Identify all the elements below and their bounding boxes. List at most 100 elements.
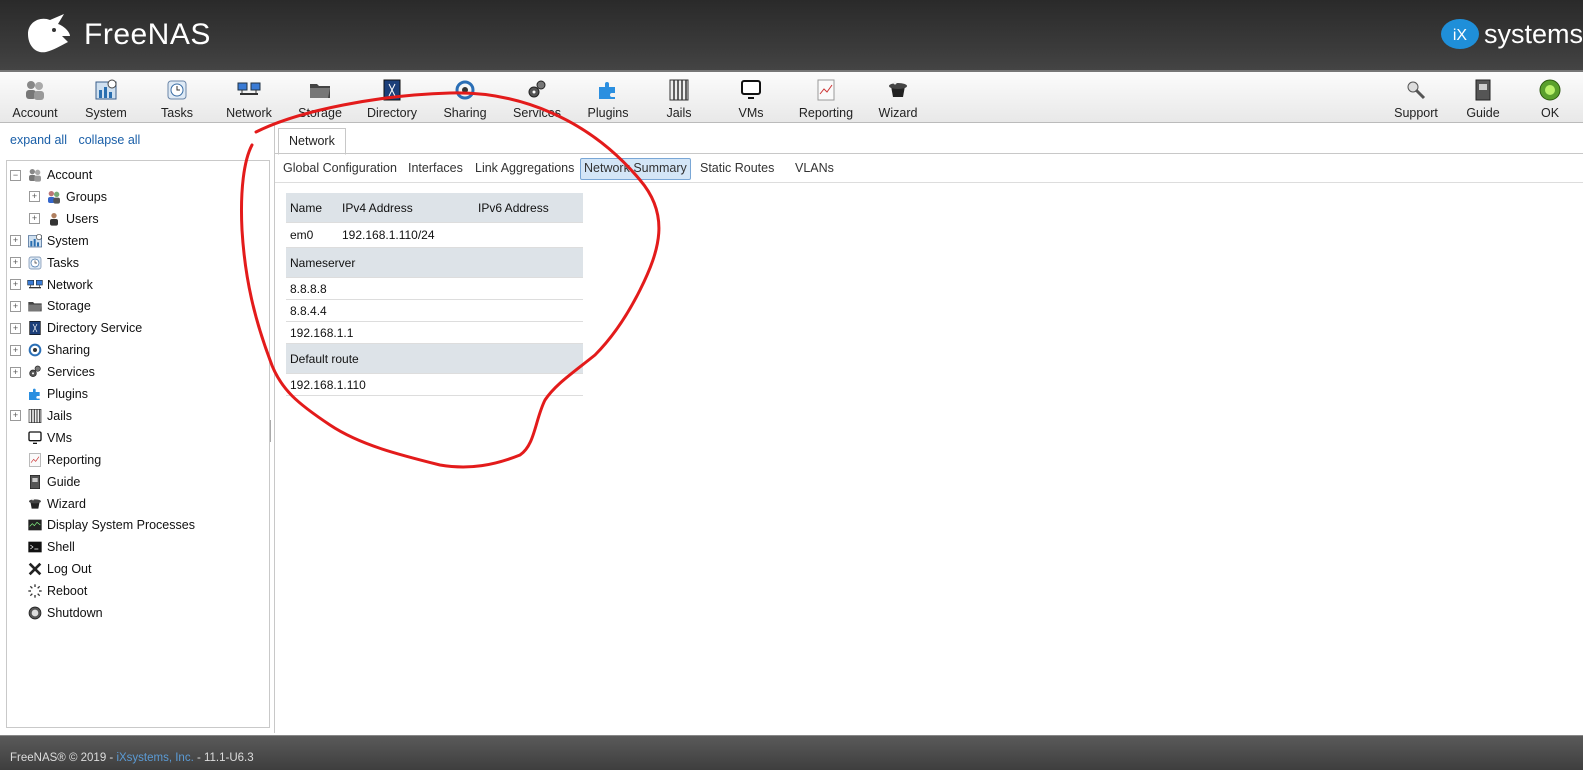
tree-item-label: Display System Processes	[47, 518, 195, 533]
subtab-global-configuration[interactable]: Global Configuration	[280, 158, 400, 178]
tree-item-label: Services	[47, 365, 95, 380]
toolbar-button-network[interactable]: Network	[216, 74, 282, 120]
toolbar-button-storage[interactable]: Storage	[287, 74, 353, 120]
toolbar-button-sharing[interactable]: Sharing	[432, 74, 498, 120]
tree-item-display-system-processes[interactable]: Display System Processes	[10, 515, 195, 535]
subtab-static-routes[interactable]: Static Routes	[697, 158, 777, 178]
toolbar-button-directory[interactable]: Directory	[359, 74, 425, 120]
tree-item-shutdown[interactable]: Shutdown	[10, 603, 103, 623]
toolbar-button-tasks[interactable]: Tasks	[144, 74, 210, 120]
subtab-link-aggregations[interactable]: Link Aggregations	[472, 158, 577, 178]
subtab-network-summary[interactable]: Network Summary	[580, 158, 691, 180]
expand-all-link[interactable]: expand all	[10, 133, 67, 147]
tree-item-label: Directory Service	[47, 321, 143, 336]
tree-item-directory-service[interactable]: + Directory Service	[10, 318, 142, 338]
ixsystems-link[interactable]: iXsystems, Inc.	[116, 752, 193, 764]
gears-icon	[27, 364, 43, 380]
tree-item-shell[interactable]: Shell	[10, 537, 75, 557]
interfaces-header-row: Name IPv4 Address IPv6 Address	[286, 193, 583, 223]
sharing-icon	[27, 342, 43, 358]
toolbar-button-vms[interactable]: VMs	[718, 74, 784, 120]
expand-toggle-icon[interactable]: +	[10, 235, 21, 247]
tree-item-tasks[interactable]: + Tasks	[10, 253, 79, 273]
toolbar-button-plugins[interactable]: Plugins	[575, 74, 641, 120]
tree-item-reporting[interactable]: Reporting	[10, 450, 101, 470]
ixsystems-logo[interactable]: iX systems	[1440, 18, 1583, 50]
expand-toggle-icon[interactable]: +	[10, 257, 21, 269]
tree-item-account[interactable]: − Account	[10, 165, 92, 185]
tree-item-services[interactable]: + Services	[10, 362, 95, 382]
column-header: IPv6 Address	[474, 193, 583, 223]
tree-item-system[interactable]: + System	[10, 231, 89, 251]
tree-item-log-out[interactable]: Log Out	[10, 559, 91, 579]
subtab-interfaces[interactable]: Interfaces	[405, 158, 466, 178]
puzzle-icon	[27, 386, 43, 402]
expand-toggle-icon[interactable]: +	[10, 344, 21, 356]
toolbar-label: Account	[12, 106, 58, 120]
tree-item-reboot[interactable]: Reboot	[10, 581, 87, 601]
toolbar-button-reporting[interactable]: Reporting	[791, 74, 861, 120]
subtab-vlans[interactable]: VLANs	[792, 158, 837, 178]
footer-copyright: FreeNAS® © 2019 - iXsystems, Inc. - 11.1…	[10, 752, 254, 764]
tree-item-groups[interactable]: + Groups	[29, 187, 107, 207]
column-header: Name	[286, 193, 338, 223]
interface-name: em0	[286, 222, 338, 248]
toolbar-button-system[interactable]: System	[73, 74, 139, 120]
toolbar-button-jails[interactable]: Jails	[646, 74, 712, 120]
default-route-value: 192.168.1.110	[286, 373, 583, 396]
toolbar-label: Reporting	[798, 106, 854, 120]
processes-icon	[27, 517, 43, 533]
tree-item-wizard[interactable]: Wizard	[10, 494, 86, 514]
expand-toggle-icon[interactable]: +	[10, 366, 21, 378]
toolbar-button-guide[interactable]: Guide	[1450, 74, 1516, 120]
guide-icon	[27, 474, 43, 490]
tree-item-network[interactable]: + Network	[10, 275, 93, 295]
tree-item-guide[interactable]: Guide	[10, 472, 80, 492]
tree-item-plugins[interactable]: Plugins	[10, 384, 88, 404]
monitor-icon	[27, 430, 43, 446]
freenas-logo[interactable]: FreeNAS	[24, 12, 211, 58]
toolbar-label: Tasks	[161, 106, 193, 120]
default-route-header: Default route	[286, 343, 583, 374]
expand-toggle-icon[interactable]: +	[10, 410, 21, 422]
tree-item-label: Jails	[47, 408, 73, 423]
network-icon	[216, 78, 282, 102]
tree-controls: expand all collapse all	[10, 133, 148, 147]
toolbar-label: Support	[1394, 106, 1438, 120]
collapse-all-link[interactable]: collapse all	[78, 133, 140, 147]
app-header: FreeNAS iX systems	[0, 0, 1583, 72]
tree-item-storage[interactable]: + Storage	[10, 296, 91, 316]
toolbar-label: Guide	[1466, 106, 1500, 120]
monitor-icon	[718, 78, 784, 102]
interface-ipv4: 192.168.1.110/24	[338, 222, 474, 248]
toolbar-button-account[interactable]: Account	[2, 74, 68, 120]
tree-item-label: Log Out	[47, 562, 92, 577]
ix-text: systems	[1483, 18, 1583, 49]
tab-network[interactable]: Network	[278, 128, 346, 155]
table-row: 192.168.1.1	[286, 321, 583, 344]
expand-toggle-icon[interactable]: +	[29, 191, 40, 203]
toolbar-label: Services	[513, 106, 561, 120]
tree-item-jails[interactable]: + Jails	[10, 406, 72, 426]
expand-toggle-icon[interactable]: +	[10, 300, 21, 312]
tree-item-label: Storage	[47, 299, 91, 314]
expand-toggle-icon[interactable]: +	[29, 213, 40, 225]
toolbar-button-ok[interactable]: OK	[1517, 74, 1583, 120]
expand-toggle-icon[interactable]: +	[10, 322, 21, 334]
toolbar-button-services[interactable]: Services	[504, 74, 570, 120]
nameserver-value: 8.8.4.4	[286, 299, 583, 322]
expand-toggle-icon[interactable]: +	[10, 279, 21, 290]
tree-item-label: System	[47, 233, 89, 248]
toolbar-button-wizard[interactable]: Wizard	[865, 74, 931, 120]
collapse-toggle-icon[interactable]: −	[10, 169, 21, 181]
toolbar-button-support[interactable]: Support	[1383, 74, 1449, 120]
tree-item-sharing[interactable]: + Sharing	[10, 340, 90, 360]
tree-item-label: Network	[47, 277, 93, 292]
tree-item-vms[interactable]: VMs	[10, 428, 72, 448]
tree-item-users[interactable]: + Users	[29, 209, 99, 229]
main-panel: Network Global Configuration Interfaces Li…	[274, 123, 1583, 733]
